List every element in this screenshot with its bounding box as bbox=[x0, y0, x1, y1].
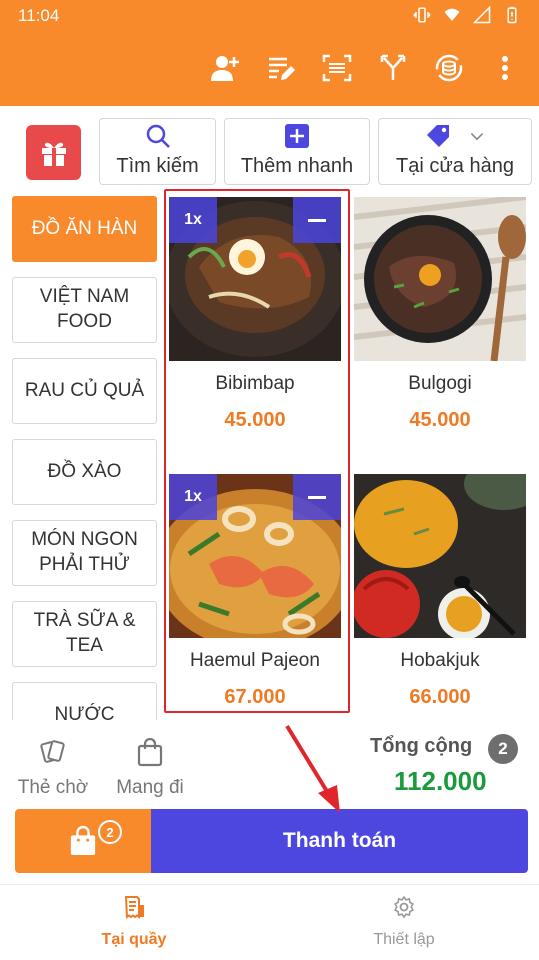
gift-icon bbox=[41, 142, 66, 166]
more-menu-button[interactable] bbox=[489, 52, 521, 84]
category-item[interactable]: MÓN NGON PHẢI THỬ bbox=[12, 520, 157, 586]
product-name: Bibimbap bbox=[215, 373, 295, 394]
product-image bbox=[354, 197, 526, 361]
search-icon bbox=[146, 124, 170, 148]
quantity-badge: 1x bbox=[169, 197, 217, 243]
product-card-haemul-pajeon[interactable]: 1x Haemul Pajeon 67.000 bbox=[169, 474, 341, 734]
total-label: Tổng cộng bbox=[370, 735, 473, 757]
app-bar: 11:04 bbox=[0, 0, 539, 106]
search-label: Tìm kiếm bbox=[116, 155, 199, 177]
wifi-icon bbox=[444, 8, 460, 21]
cart-count-badge: 2 bbox=[98, 820, 122, 844]
product-name: Haemul Pajeon bbox=[190, 650, 320, 671]
product-card-hobakjuk[interactable]: Hobakjuk 66.000 bbox=[354, 474, 526, 734]
shopping-bag-icon bbox=[70, 825, 96, 855]
item-count-badge: 2 bbox=[488, 734, 518, 764]
receipt-icon bbox=[124, 896, 144, 919]
decrease-quantity-button[interactable] bbox=[293, 197, 341, 243]
battery-icon bbox=[507, 6, 517, 24]
sync-button[interactable] bbox=[433, 52, 465, 84]
product-name: Hobakjuk bbox=[400, 650, 480, 671]
scan-barcode-button[interactable] bbox=[321, 52, 353, 84]
signal-icon bbox=[473, 6, 491, 24]
chevron-down-icon bbox=[470, 133, 484, 141]
order-note-button[interactable] bbox=[265, 52, 297, 84]
cart-button[interactable] bbox=[15, 809, 151, 873]
tag-icon bbox=[427, 125, 449, 147]
takeaway-button[interactable]: Mang đi bbox=[110, 737, 190, 799]
category-item[interactable]: TRÀ SỮA & TEA bbox=[12, 601, 157, 667]
product-price: 66.000 bbox=[409, 686, 471, 708]
nav-settings-label: Thiết lập bbox=[373, 931, 435, 948]
category-item[interactable]: VIỆT NAM FOOD bbox=[12, 277, 157, 343]
search-button[interactable]: Tìm kiếm bbox=[99, 118, 216, 185]
hold-ticket-button[interactable]: Thẻ chờ bbox=[14, 737, 92, 799]
decrease-quantity-button[interactable] bbox=[293, 474, 341, 520]
minus-icon bbox=[308, 218, 326, 222]
product-card-bulgogi[interactable]: Bulgogi 45.000 bbox=[354, 197, 526, 457]
category-item[interactable]: ĐỒ ĂN HÀN bbox=[12, 196, 157, 262]
product-card-bibimbap[interactable]: 1x Bibimbap 45.000 bbox=[169, 197, 341, 457]
checkout-button[interactable]: Thanh toán bbox=[151, 809, 528, 873]
product-image bbox=[354, 474, 526, 638]
takeaway-label: Mang đi bbox=[116, 777, 184, 798]
product-price: 45.000 bbox=[224, 409, 286, 431]
quantity-badge: 1x bbox=[169, 474, 217, 520]
add-user-icon bbox=[211, 56, 239, 81]
total-value: 112.000 bbox=[394, 766, 487, 796]
order-type-label: Tại cửa hàng bbox=[396, 155, 514, 177]
edit-list-icon bbox=[269, 57, 295, 80]
product-price: 67.000 bbox=[224, 686, 286, 708]
nav-counter-tab[interactable]: Tại quầy bbox=[64, 895, 204, 949]
minus-icon bbox=[308, 495, 326, 499]
nav-settings-tab[interactable]: Thiết lập bbox=[334, 895, 474, 949]
shopping-bag-icon bbox=[137, 737, 163, 767]
quick-add-button[interactable]: Thêm nhanh bbox=[224, 118, 370, 185]
plus-square-icon bbox=[285, 124, 309, 148]
bottom-navigation: Tại quầy Thiết lập bbox=[0, 884, 539, 960]
nav-counter-label: Tại quầy bbox=[101, 931, 167, 948]
sync-icon bbox=[435, 54, 463, 82]
status-icons bbox=[413, 6, 521, 24]
status-time: 11:04 bbox=[18, 6, 60, 25]
category-item[interactable]: ĐỒ XÀO bbox=[12, 439, 157, 505]
gear-icon bbox=[394, 895, 414, 919]
product-price: 45.000 bbox=[409, 409, 471, 431]
cards-icon bbox=[40, 740, 65, 763]
category-item[interactable]: RAU CỦ QUẢ bbox=[12, 358, 157, 424]
toolbar bbox=[209, 52, 521, 84]
product-name: Bulgogi bbox=[408, 373, 472, 394]
category-item[interactable]: NƯỚC bbox=[12, 682, 157, 720]
merge-icon bbox=[380, 54, 406, 80]
hold-ticket-label: Thẻ chờ bbox=[17, 777, 89, 798]
order-type-dropdown[interactable]: Tại cửa hàng bbox=[378, 118, 532, 185]
barcode-scan-icon bbox=[322, 54, 352, 82]
promotion-button[interactable] bbox=[26, 125, 81, 180]
more-vertical-icon bbox=[502, 56, 508, 80]
add-customer-button[interactable] bbox=[209, 52, 241, 84]
vibrate-icon bbox=[413, 7, 431, 23]
merge-order-button[interactable] bbox=[377, 52, 409, 84]
quick-add-label: Thêm nhanh bbox=[240, 155, 354, 177]
category-list: ĐỒ ĂN HÀN VIỆT NAM FOOD RAU CỦ QUẢ ĐỒ XÀ… bbox=[12, 196, 157, 720]
